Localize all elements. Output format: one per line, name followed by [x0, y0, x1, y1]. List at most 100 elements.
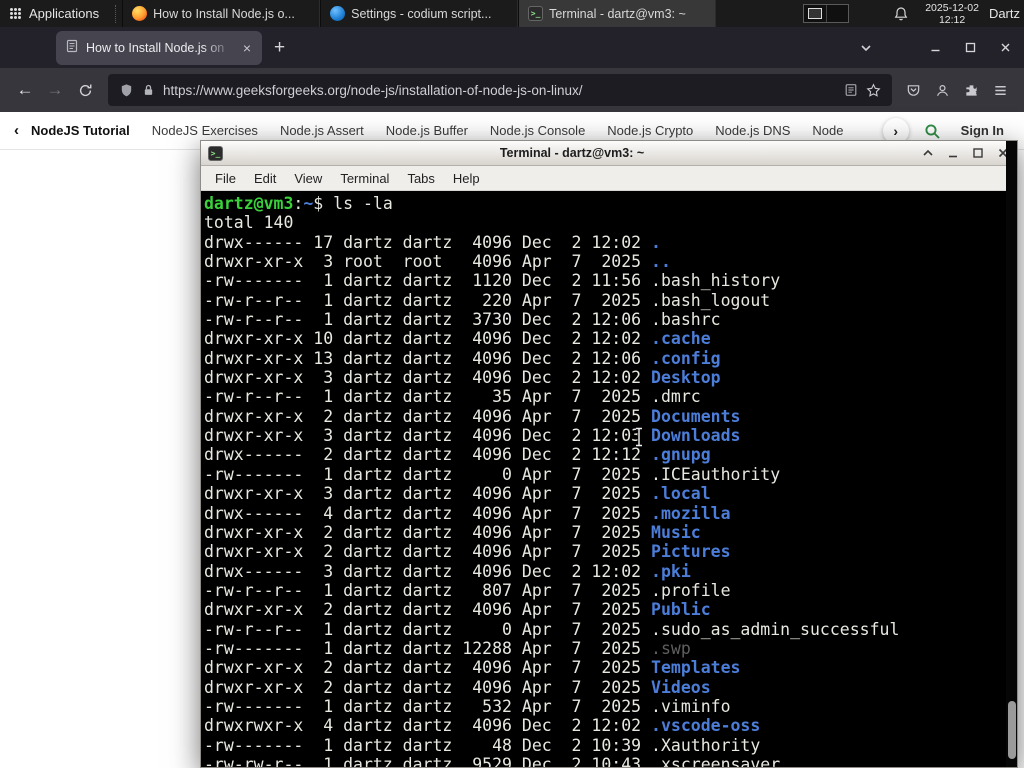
ls-row: -rw------- 1 dartz dartz 12288 Apr 7 202… [204, 638, 691, 658]
gfg-nav-items: NodeJS Tutorial NodeJS Exercises Node.js A… [31, 123, 879, 138]
taskbar-button-firefox[interactable]: How to Install Node.js o... [122, 0, 321, 27]
desktop: Applications How to Install Node.js o...… [0, 0, 1024, 768]
address-bar[interactable]: https://www.geeksforgeeks.org/node-js/in… [108, 74, 892, 106]
panel-user-label: Dartz [988, 6, 1020, 21]
back-icon[interactable]: ← [10, 75, 40, 105]
workspace-pager[interactable] [803, 4, 850, 23]
ls-row: -rw-r--r-- 1 dartz dartz 220 Apr 7 2025 … [204, 290, 771, 310]
menu-file[interactable]: File [206, 169, 245, 188]
terminal-title: Terminal - dartz@vm3: ~ [499, 146, 645, 160]
menu-edit[interactable]: Edit [245, 169, 285, 188]
menu-terminal[interactable]: Terminal [331, 169, 398, 188]
terminal-scrollbar[interactable] [1006, 141, 1017, 767]
top-panel: Applications How to Install Node.js o...… [0, 0, 1024, 27]
workspace-2[interactable] [825, 5, 849, 22]
ls-row: drwxr-xr-x 3 dartz dartz 4096 Dec 2 12:0… [204, 368, 721, 388]
terminal-total-line: total 140 [204, 213, 294, 233]
ls-row: drwxr-xr-x 2 dartz dartz 4096 Apr 7 2025… [204, 522, 701, 542]
ls-row: drwx------ 4 dartz dartz 4096 Apr 7 2025… [204, 503, 731, 523]
minimize-icon[interactable] [929, 41, 942, 54]
taskbar-button-terminal[interactable]: >_ Terminal - dartz@vm3: ~ [518, 0, 717, 27]
tab-close-icon[interactable]: × [241, 39, 253, 57]
panel-clock[interactable]: 2025-12-02 12:12 [925, 2, 979, 26]
ls-row: -rw------- 1 dartz dartz 0 Apr 7 2025 .I… [204, 464, 781, 484]
menu-help[interactable]: Help [444, 169, 489, 188]
ls-row: drwxr-xr-x 2 dartz dartz 4096 Apr 7 2025… [204, 658, 741, 678]
terminal-prompt-line: dartz@vm3:~$ ls -la [204, 194, 393, 213]
taskbar-button-codium[interactable]: Settings - codium script... [320, 0, 519, 27]
hamburger-menu-icon[interactable] [993, 83, 1008, 98]
new-tab-button[interactable]: + [274, 37, 285, 59]
ls-row: drwxr-xr-x 3 root root 4096 Apr 7 2025 .… [204, 252, 671, 272]
account-icon[interactable] [935, 83, 950, 98]
reload-icon[interactable] [70, 75, 100, 105]
browser-tab-bar: How to Install Node.js on × + [0, 27, 1024, 68]
taskbar-button-label: How to Install Node.js o... [153, 6, 295, 21]
taskbar-button-label: Terminal - dartz@vm3: ~ [549, 6, 686, 21]
pocket-icon[interactable] [906, 83, 921, 98]
menu-tabs[interactable]: Tabs [398, 169, 443, 188]
sign-in-button[interactable]: Sign In [961, 123, 1004, 138]
clock-date: 2025-12-02 [925, 1, 979, 14]
ls-row: drwx------ 3 dartz dartz 4096 Dec 2 12:0… [204, 561, 691, 581]
forward-icon[interactable]: → [40, 75, 70, 105]
search-icon[interactable] [923, 122, 941, 140]
shade-icon[interactable] [921, 146, 935, 160]
maximize-icon[interactable] [971, 146, 985, 160]
ls-row: drwx------ 17 dartz dartz 4096 Dec 2 12:… [204, 232, 661, 252]
terminal-icon: >_ [528, 6, 544, 21]
gfg-nav-item[interactable]: Node.js DNS [715, 123, 790, 138]
gfg-nav-item[interactable]: Node.js Crypto [607, 123, 693, 138]
ls-row: drwxr-xr-x 2 dartz dartz 4096 Apr 7 2025… [204, 677, 711, 697]
list-all-tabs-icon[interactable] [859, 41, 873, 55]
applications-label: Applications [29, 6, 100, 21]
terminal-titlebar[interactable]: >_ Terminal - dartz@vm3: ~ [201, 141, 1017, 166]
terminal-menubar: File Edit View Terminal Tabs Help [201, 166, 1017, 191]
ls-row: -rw-r--r-- 1 dartz dartz 3730 Dec 2 12:0… [204, 310, 721, 330]
ls-row: drwxr-xr-x 3 dartz dartz 4096 Apr 7 2025… [204, 484, 711, 504]
ls-row: -rw-r--r-- 1 dartz dartz 35 Apr 7 2025 .… [204, 387, 701, 407]
terminal-window: >_ Terminal - dartz@vm3: ~ File Edit View T… [200, 140, 1018, 768]
gfg-nav-item[interactable]: NodeJS Exercises [152, 123, 258, 138]
url-text[interactable]: https://www.geeksforgeeks.org/node-js/in… [163, 83, 836, 98]
applications-menu[interactable]: Applications [0, 0, 109, 27]
minimize-icon[interactable] [946, 146, 960, 160]
panel-separator [115, 4, 117, 23]
gfg-nav-item[interactable]: Node.js Console [490, 123, 585, 138]
ls-row: drwxrwxr-x 4 dartz dartz 4096 Dec 2 12:0… [204, 716, 761, 736]
maximize-icon[interactable] [964, 41, 977, 54]
workspace-1[interactable] [804, 5, 826, 22]
ls-row: drwxr-xr-x 2 dartz dartz 4096 Apr 7 2025… [204, 542, 731, 562]
ls-row: drwxr-xr-x 2 dartz dartz 4096 Apr 7 2025… [204, 406, 741, 426]
extensions-puzzle-icon[interactable] [964, 83, 979, 98]
applications-grid-icon [10, 8, 21, 19]
tracking-shield-icon[interactable] [119, 83, 134, 98]
ls-row: -rw------- 1 dartz dartz 1120 Dec 2 11:5… [204, 271, 781, 291]
ls-row: drwxr-xr-x 2 dartz dartz 4096 Apr 7 2025… [204, 600, 711, 620]
codium-icon [330, 6, 346, 21]
terminal-icon: >_ [208, 145, 223, 161]
gfg-nav-item[interactable]: Node.js Buffer [386, 123, 468, 138]
toolbar-extra-icons [906, 83, 1008, 98]
close-icon[interactable] [999, 41, 1012, 54]
gfg-nav-item[interactable]: Node.js Assert [280, 123, 364, 138]
menu-view[interactable]: View [285, 169, 331, 188]
terminal-output[interactable]: dartz@vm3:~$ ls -la total 140 drwx------ 1… [201, 191, 1017, 767]
ls-row: drwxr-xr-x 3 dartz dartz 4096 Dec 2 12:0… [204, 426, 741, 446]
clock-time: 12:12 [938, 13, 966, 26]
ls-row: -rw------- 1 dartz dartz 532 Apr 7 2025 … [204, 696, 731, 716]
nav-back-chevron-icon[interactable]: ‹ [14, 122, 19, 139]
scrollbar-thumb[interactable] [1008, 701, 1016, 759]
bookmark-star-icon[interactable] [866, 82, 881, 98]
lock-icon[interactable] [142, 83, 155, 97]
tab-title: How to Install Node.js on [86, 40, 225, 55]
ls-row: -rw-r--r-- 1 dartz dartz 807 Apr 7 2025 … [204, 580, 731, 600]
browser-tab[interactable]: How to Install Node.js on × [56, 30, 262, 65]
pager-window-thumbnail [808, 8, 822, 19]
text-cursor [634, 426, 644, 452]
notification-bell-icon[interactable] [893, 6, 909, 22]
gfg-nav-item[interactable]: NodeJS Tutorial [31, 123, 130, 138]
gfg-nav-item[interactable]: Node [812, 123, 843, 138]
reader-view-icon[interactable] [844, 83, 858, 97]
browser-toolbar: ← → https://www.geeksforgeeks.org/node-j… [0, 68, 1024, 112]
